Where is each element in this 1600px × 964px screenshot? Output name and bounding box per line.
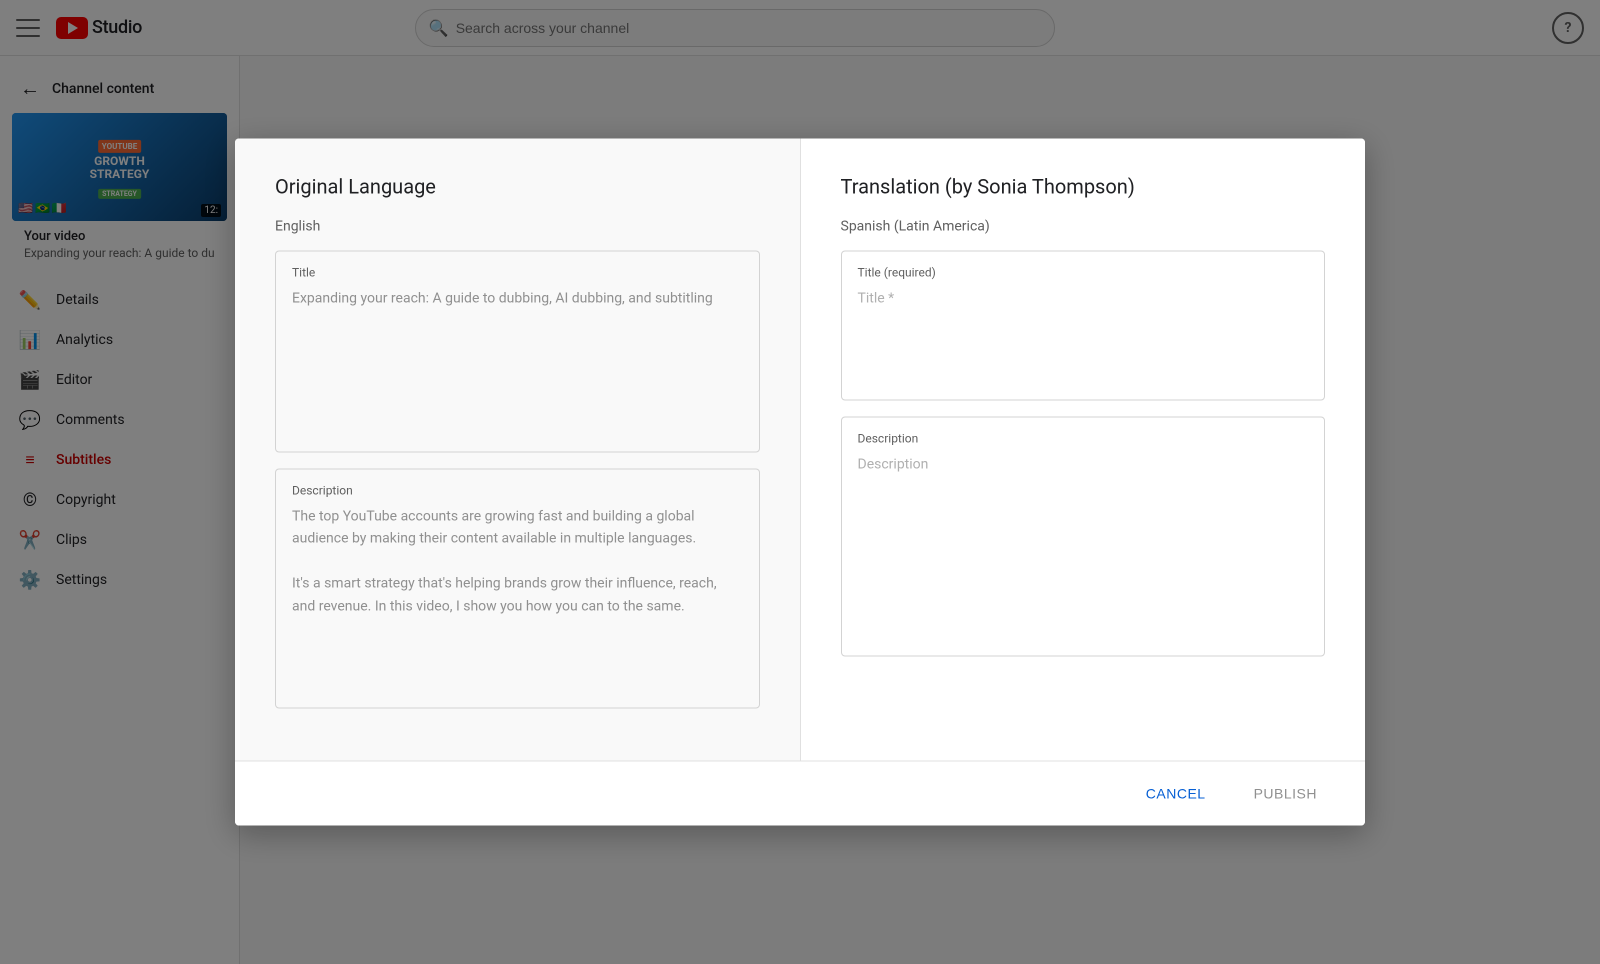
original-description-content: The top YouTube accounts are growing fas… xyxy=(292,506,743,618)
original-description-box: Description The top YouTube accounts are… xyxy=(275,469,760,709)
translation-description-box[interactable]: Description Description xyxy=(841,417,1326,657)
translation-panel: Translation (by Sonia Thompson) Spanish … xyxy=(801,139,1366,761)
translation-title-label: Title (required) xyxy=(858,266,1309,280)
modal-body: Original Language English Title Expandin… xyxy=(235,139,1365,761)
original-language-title: Original Language xyxy=(275,175,760,199)
translation-title: Translation (by Sonia Thompson) xyxy=(841,175,1326,199)
translation-description-label: Description xyxy=(858,432,1309,446)
cancel-button[interactable]: CANCEL xyxy=(1130,778,1222,810)
original-title-box: Title Expanding your reach: A guide to d… xyxy=(275,251,760,453)
translation-title-box[interactable]: Title (required) Title * xyxy=(841,251,1326,401)
translation-title-input[interactable]: Title * xyxy=(858,288,1309,348)
original-language-panel: Original Language English Title Expandin… xyxy=(235,139,801,761)
modal-footer: CANCEL PUBLISH xyxy=(235,761,1365,826)
original-language-label: English xyxy=(275,219,760,235)
translation-description-input[interactable]: Description xyxy=(858,454,1309,514)
translation-language-label: Spanish (Latin America) xyxy=(841,219,1326,235)
translation-modal: Original Language English Title Expandin… xyxy=(235,139,1365,826)
original-title-label: Title xyxy=(292,266,743,280)
original-description-label: Description xyxy=(292,484,743,498)
publish-button[interactable]: PUBLISH xyxy=(1238,778,1333,810)
original-title-content: Expanding your reach: A guide to dubbing… xyxy=(292,288,743,438)
